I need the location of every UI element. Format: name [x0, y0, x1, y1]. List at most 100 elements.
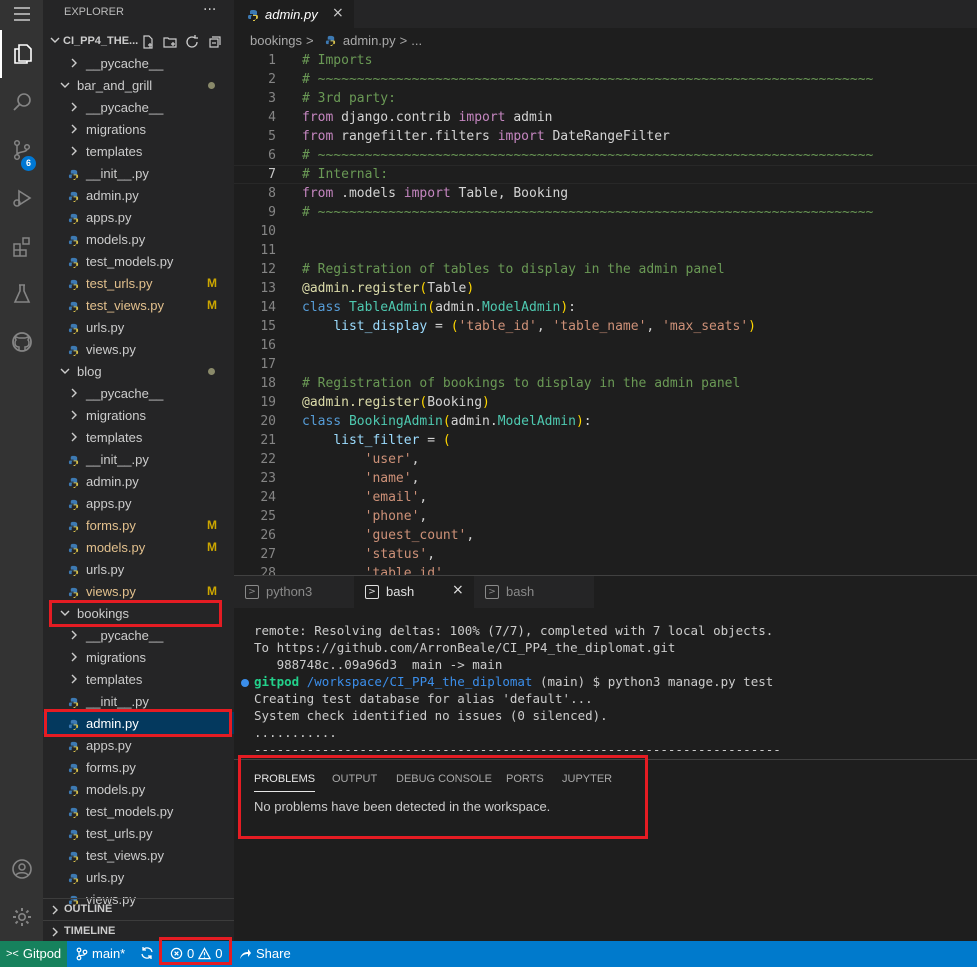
file-admin-py[interactable]: admin.py: [43, 470, 234, 492]
python-file-icon: [68, 564, 79, 577]
folder-migrations[interactable]: migrations: [43, 646, 234, 668]
file-apps-py[interactable]: apps.py: [43, 206, 234, 228]
tab-jupyter[interactable]: JUPYTER: [562, 773, 612, 785]
problems-indicator[interactable]: 0 0: [170, 946, 222, 961]
chevron-right-icon: [52, 927, 58, 937]
terminal-tab-bash[interactable]: > bash: [474, 576, 594, 608]
run-debug-icon[interactable]: [0, 174, 43, 222]
file-views-py[interactable]: views.py M: [43, 580, 234, 602]
code-text: list_filter = (: [302, 431, 450, 450]
file-init-py[interactable]: __init__.py: [43, 448, 234, 470]
file-urls-py[interactable]: urls.py: [43, 558, 234, 580]
folder-pycache[interactable]: __pycache__: [43, 382, 234, 404]
code-line: 5 from rangefilter.filters import DateRan…: [234, 127, 977, 146]
folder-pycache[interactable]: __pycache__: [43, 624, 234, 646]
python-file-icon: [68, 190, 79, 203]
search-icon[interactable]: [0, 78, 43, 126]
file-apps-py[interactable]: apps.py: [43, 734, 234, 756]
code-text: @admin.register(Booking): [302, 393, 490, 412]
code-editor[interactable]: 1 # Imports 2 # ~~~~~~~~~~~~~~~~~~~~~~~~~~~…: [234, 51, 977, 583]
tree-item-label: models.py: [86, 232, 146, 247]
tab-admin-py[interactable]: admin.py ×: [234, 0, 354, 28]
file-models-py[interactable]: models.py M: [43, 536, 234, 558]
folder-templates[interactable]: templates: [43, 140, 234, 162]
folder-migrations[interactable]: migrations: [43, 404, 234, 426]
chevron-right-icon: [68, 629, 80, 644]
file-test-models-py[interactable]: test_models.py: [43, 800, 234, 822]
file-views-py[interactable]: views.py: [43, 338, 234, 360]
folder-bookings[interactable]: bookings: [43, 602, 234, 624]
source-control-icon[interactable]: 6: [0, 126, 43, 174]
line-number: 10: [260, 224, 276, 239]
folder-pycache[interactable]: __pycache__: [43, 52, 234, 74]
github-icon[interactable]: [0, 318, 43, 366]
code-line: 25 'phone',: [234, 507, 977, 526]
folder-bar-and-grill[interactable]: bar_and_grill: [43, 74, 234, 96]
file-test-urls-py[interactable]: test_urls.py: [43, 822, 234, 844]
tab-ports[interactable]: PORTS: [506, 773, 544, 785]
more-actions-icon[interactable]: ···: [203, 2, 216, 18]
timeline-section[interactable]: TIMELINE: [43, 920, 234, 941]
folder-templates[interactable]: templates: [43, 668, 234, 690]
extensions-icon[interactable]: [0, 222, 43, 270]
tab-output[interactable]: OUTPUT: [332, 773, 377, 785]
terminal-output[interactable]: remote: Resolving deltas: 100% (7/7), co…: [254, 622, 781, 758]
file-forms-py[interactable]: forms.py M: [43, 514, 234, 536]
new-folder-icon[interactable]: [162, 34, 178, 50]
file-init-py[interactable]: __init__.py: [43, 690, 234, 712]
file-test-models-py[interactable]: test_models.py: [43, 250, 234, 272]
file-models-py[interactable]: models.py: [43, 228, 234, 250]
collapse-all-icon[interactable]: [206, 34, 222, 50]
tab-close-icon[interactable]: ×: [332, 5, 344, 21]
refresh-icon[interactable]: [184, 34, 200, 50]
code-token: ): [560, 300, 569, 315]
file-test-urls-py[interactable]: test_urls.py M: [43, 272, 234, 294]
new-file-icon[interactable]: [140, 34, 156, 50]
file-admin-py[interactable]: admin.py: [43, 184, 234, 206]
code-line: 13 @admin.register(Table): [234, 279, 977, 298]
settings-gear-icon[interactable]: [0, 893, 43, 941]
file-forms-py[interactable]: forms.py: [43, 756, 234, 778]
branch-indicator[interactable]: main*: [76, 946, 125, 961]
tab-debug-console[interactable]: DEBUG CONSOLE: [396, 773, 492, 785]
file-urls-py[interactable]: urls.py: [43, 866, 234, 888]
remote-indicator[interactable]: >< Gitpod: [0, 941, 67, 967]
terminal-close-icon[interactable]: ×: [452, 582, 464, 598]
file-test-views-py[interactable]: test_views.py M: [43, 294, 234, 316]
testing-icon[interactable]: [0, 270, 43, 318]
share-button[interactable]: Share: [238, 946, 291, 961]
terminal-tab-python3[interactable]: > python3: [234, 576, 354, 608]
file-urls-py[interactable]: urls.py: [43, 316, 234, 338]
file-init-py[interactable]: __init__.py: [43, 162, 234, 184]
file-models-py[interactable]: models.py: [43, 778, 234, 800]
code-token: DateRangeFilter: [544, 129, 670, 144]
sync-button[interactable]: [140, 946, 154, 960]
line-number: 13: [260, 281, 276, 296]
file-admin-py[interactable]: admin.py: [43, 712, 234, 734]
folder-templates[interactable]: templates: [43, 426, 234, 448]
accounts-icon[interactable]: [0, 845, 43, 893]
python-file-icon: [68, 828, 79, 841]
breadcrumb-folder[interactable]: bookings: [250, 33, 302, 48]
code-token: ): [748, 319, 756, 334]
line-number: 14: [260, 300, 276, 315]
file-test-views-py[interactable]: test_views.py: [43, 844, 234, 866]
chevron-right-icon: [68, 409, 80, 424]
tab-problems[interactable]: PROBLEMS: [254, 773, 316, 792]
code-text: @admin.register(Table): [302, 279, 474, 298]
project-root[interactable]: CI_PP4_THE...: [43, 31, 234, 53]
code-token: ModelAdmin: [497, 414, 576, 429]
breadcrumb-symbol[interactable]: ...: [411, 33, 422, 48]
explorer-title: EXPLORER: [64, 6, 124, 18]
folder-migrations[interactable]: migrations: [43, 118, 234, 140]
explorer-icon[interactable]: [0, 30, 43, 78]
folder-pycache[interactable]: __pycache__: [43, 96, 234, 118]
python-file-icon: [68, 740, 79, 753]
line-number: 7: [268, 167, 276, 182]
breadcrumb-file[interactable]: admin.py: [343, 33, 396, 48]
terminal-tab-bash-active[interactable]: > bash ×: [354, 576, 474, 608]
outline-section[interactable]: OUTLINE: [43, 898, 234, 920]
code-token: Table, Booking: [450, 186, 569, 201]
folder-blog[interactable]: blog: [43, 360, 234, 382]
file-apps-py[interactable]: apps.py: [43, 492, 234, 514]
